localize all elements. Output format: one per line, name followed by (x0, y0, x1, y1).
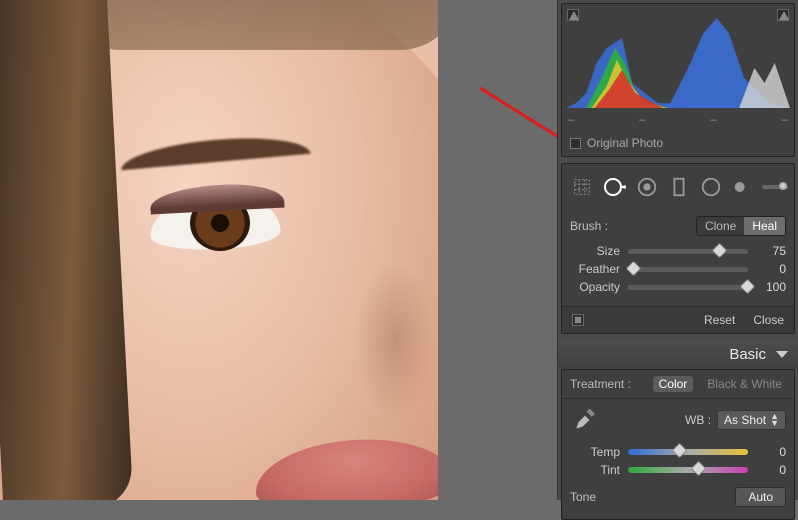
adjustment-brush-tool[interactable] (729, 172, 757, 202)
basic-header-label: Basic (729, 346, 766, 363)
brush-label: Brush : (570, 219, 608, 233)
tone-row: Tone Auto (562, 481, 794, 519)
temp-value[interactable]: 0 (756, 445, 786, 459)
size-label: Size (570, 244, 620, 258)
treatment-row: Treatment : Color Black & White (562, 370, 794, 399)
opacity-label: Opacity (570, 280, 620, 294)
brush-mode-segmented: Clone Heal (696, 216, 786, 236)
histogram-module: – – – – Original Photo (561, 3, 795, 157)
close-button[interactable]: Close (753, 313, 784, 327)
wb-preset-dropdown[interactable]: As Shot ▲▼ (717, 410, 786, 430)
graduated-filter-tool[interactable] (665, 172, 693, 202)
readout-val: – (782, 114, 788, 126)
temp-label: Temp (570, 445, 620, 459)
feather-label: Feather (570, 262, 620, 276)
opacity-value[interactable]: 100 (756, 280, 786, 294)
tool-strip-module: Brush : Clone Heal Size 75 Feather 0 (561, 163, 795, 334)
original-photo-toggle[interactable]: Original Photo (562, 130, 794, 156)
slider-thumb-icon[interactable] (740, 278, 756, 294)
feather-slider-row: Feather 0 (570, 262, 786, 276)
image-preview[interactable] (0, 0, 438, 500)
slider-thumb-icon[interactable] (671, 443, 687, 459)
basic-panel-header[interactable]: Basic (558, 340, 798, 369)
shadow-clip-indicator[interactable] (567, 9, 579, 21)
original-photo-label: Original Photo (587, 136, 663, 150)
tint-slider-row: Tint 0 (562, 463, 794, 477)
treatment-color-button[interactable]: Color (653, 376, 694, 392)
clone-mode-button[interactable]: Clone (697, 217, 744, 235)
highlight-clip-indicator[interactable] (777, 9, 789, 21)
white-balance-row: WB : As Shot ▲▼ (562, 399, 794, 441)
crop-tool[interactable] (568, 172, 596, 202)
histogram[interactable] (562, 4, 794, 114)
basic-panel: Treatment : Color Black & White WB : As … (561, 369, 795, 520)
slider-thumb-icon[interactable] (712, 242, 728, 258)
tool-footer: Reset Close (562, 306, 794, 333)
brush-size-mini-slider[interactable] (762, 185, 788, 189)
redeye-tool[interactable] (633, 172, 661, 202)
develop-panel: – – – – Original Photo (557, 0, 798, 500)
chevron-down-icon[interactable] (776, 351, 788, 358)
wb-preset-value: As Shot (724, 413, 766, 427)
temp-slider-row: Temp 0 (562, 445, 794, 459)
histogram-readout: – – – – (562, 114, 794, 130)
feather-value[interactable]: 0 (756, 262, 786, 276)
readout-val: – (568, 114, 574, 126)
slider-thumb-icon[interactable] (626, 260, 642, 276)
checkbox-icon[interactable] (570, 138, 581, 149)
wb-label: WB : (606, 413, 711, 427)
treatment-bw-button[interactable]: Black & White (703, 377, 786, 391)
opacity-slider-row: Opacity 100 (570, 280, 786, 294)
tint-value[interactable]: 0 (756, 463, 786, 477)
tint-slider[interactable] (628, 467, 748, 473)
radial-filter-tool[interactable] (697, 172, 725, 202)
select-arrows-icon: ▲▼ (770, 413, 779, 427)
white-balance-eyedropper[interactable] (570, 405, 600, 435)
tool-strip (562, 164, 794, 210)
tint-label: Tint (570, 463, 620, 477)
photo-hair-top (60, 0, 438, 50)
heal-mode-button[interactable]: Heal (744, 217, 785, 235)
spot-removal-tool[interactable] (600, 172, 628, 202)
photo-nose (355, 260, 435, 420)
tone-label: Tone (570, 490, 596, 504)
temp-slider[interactable] (628, 449, 748, 455)
panel-switch-icon[interactable] (572, 314, 584, 326)
feather-slider[interactable] (628, 267, 748, 272)
reset-button[interactable]: Reset (704, 313, 735, 327)
size-slider[interactable] (628, 249, 748, 254)
treatment-label: Treatment : (570, 377, 643, 391)
size-slider-row: Size 75 (570, 244, 786, 258)
size-value[interactable]: 75 (756, 244, 786, 258)
histogram-graph (566, 8, 790, 108)
readout-val: – (711, 114, 717, 126)
readout-val: – (639, 114, 645, 126)
spot-removal-options: Brush : Clone Heal Size 75 Feather 0 (562, 210, 794, 306)
slider-thumb-icon[interactable] (691, 461, 707, 477)
auto-tone-button[interactable]: Auto (735, 487, 786, 507)
opacity-slider[interactable] (628, 285, 748, 290)
